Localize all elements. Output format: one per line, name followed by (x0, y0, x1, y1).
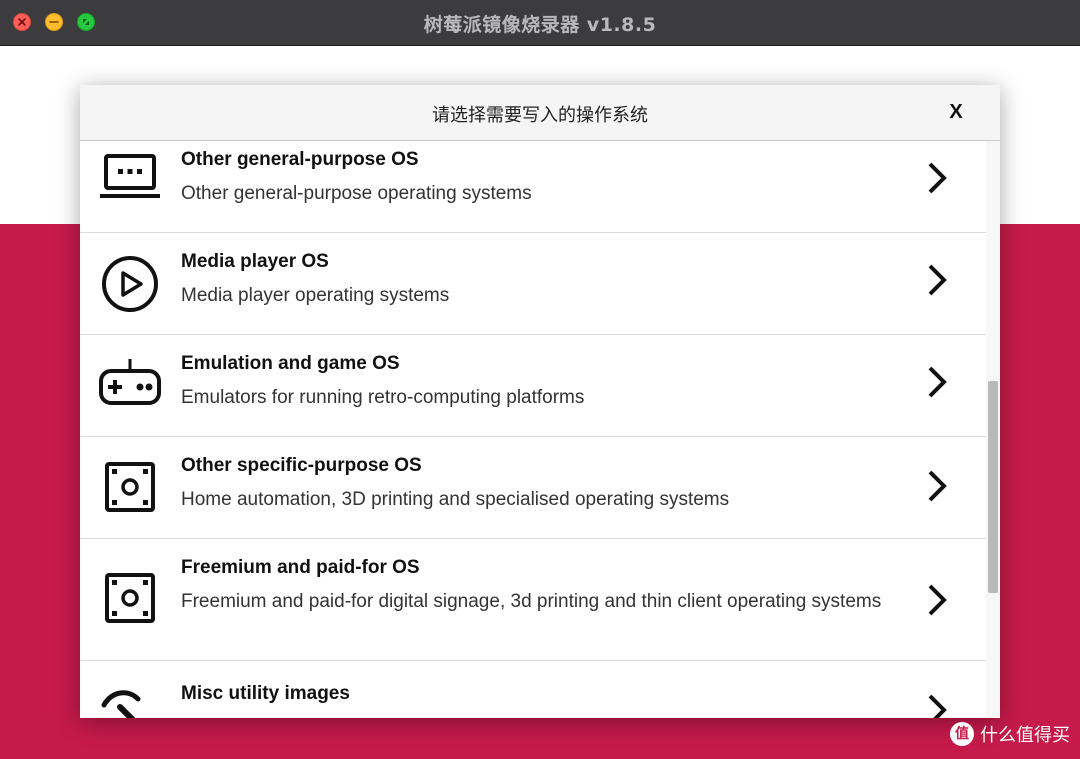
os-item-description: Home automation, 3D printing and special… (181, 489, 730, 510)
chevron-right-icon (928, 470, 947, 502)
os-list[interactable]: Other general-purpose OS Other general-p… (80, 141, 986, 718)
os-item-misc-utility[interactable]: Misc utility images (80, 661, 986, 718)
gamepad-icon (99, 359, 161, 405)
os-item-other-specific[interactable]: Other specific-purpose OS Home automatio… (80, 437, 986, 539)
os-item-freemium-paid[interactable]: Freemium and paid-for OS Freemium and pa… (80, 539, 986, 661)
laptop-icon (100, 154, 160, 198)
os-item-title: Emulation and game OS (181, 353, 400, 374)
os-item-description: Freemium and paid-for digital signage, 3… (181, 591, 882, 612)
watermark: 值 什么值得买 (950, 721, 1070, 747)
box-icon (105, 462, 155, 512)
app-window: 树莓派镜像烧录器 v1.8.5 请选择需要写入的操作系统 X Other gen… (0, 0, 1080, 759)
os-item-title: Misc utility images (181, 683, 350, 704)
watermark-text: 什么值得买 (980, 725, 1070, 746)
window-title: 树莓派镜像烧录器 v1.8.5 (423, 14, 657, 36)
os-item-description: Media player operating systems (181, 285, 450, 306)
dialog-header: 请选择需要写入的操作系统 X (80, 85, 1000, 141)
dialog-close-button[interactable]: X (944, 99, 968, 125)
os-item-title: Other specific-purpose OS (181, 455, 422, 476)
os-select-dialog: 请选择需要写入的操作系统 X Other general-purpose OS … (80, 85, 1000, 718)
dialog-title: 请选择需要写入的操作系统 (432, 105, 648, 126)
os-item-emulation-game[interactable]: Emulation and game OS Emulators for runn… (80, 335, 986, 437)
os-item-other-general[interactable]: Other general-purpose OS Other general-p… (80, 141, 986, 233)
chevron-right-icon (928, 366, 947, 398)
os-item-title: Media player OS (181, 251, 329, 272)
tool-icon (101, 690, 141, 718)
box-icon (105, 573, 155, 623)
os-item-description: Emulators for running retro-computing pl… (181, 387, 585, 408)
play-circle-icon (102, 256, 158, 312)
title-bar[interactable]: 树莓派镜像烧录器 v1.8.5 (0, 0, 1080, 46)
chevron-right-icon (928, 584, 947, 616)
os-item-title: Freemium and paid-for OS (181, 557, 420, 578)
chevron-right-icon (928, 162, 947, 194)
os-item-description: Other general-purpose operating systems (181, 183, 532, 204)
os-item-title: Other general-purpose OS (181, 149, 419, 170)
watermark-logo: 值 (950, 722, 974, 746)
chevron-right-icon (928, 694, 947, 718)
os-item-media-player[interactable]: Media player OS Media player operating s… (80, 233, 986, 335)
chevron-right-icon (928, 264, 947, 296)
scrollbar-thumb[interactable] (988, 381, 998, 593)
list-scrollbar[interactable] (986, 141, 1000, 718)
